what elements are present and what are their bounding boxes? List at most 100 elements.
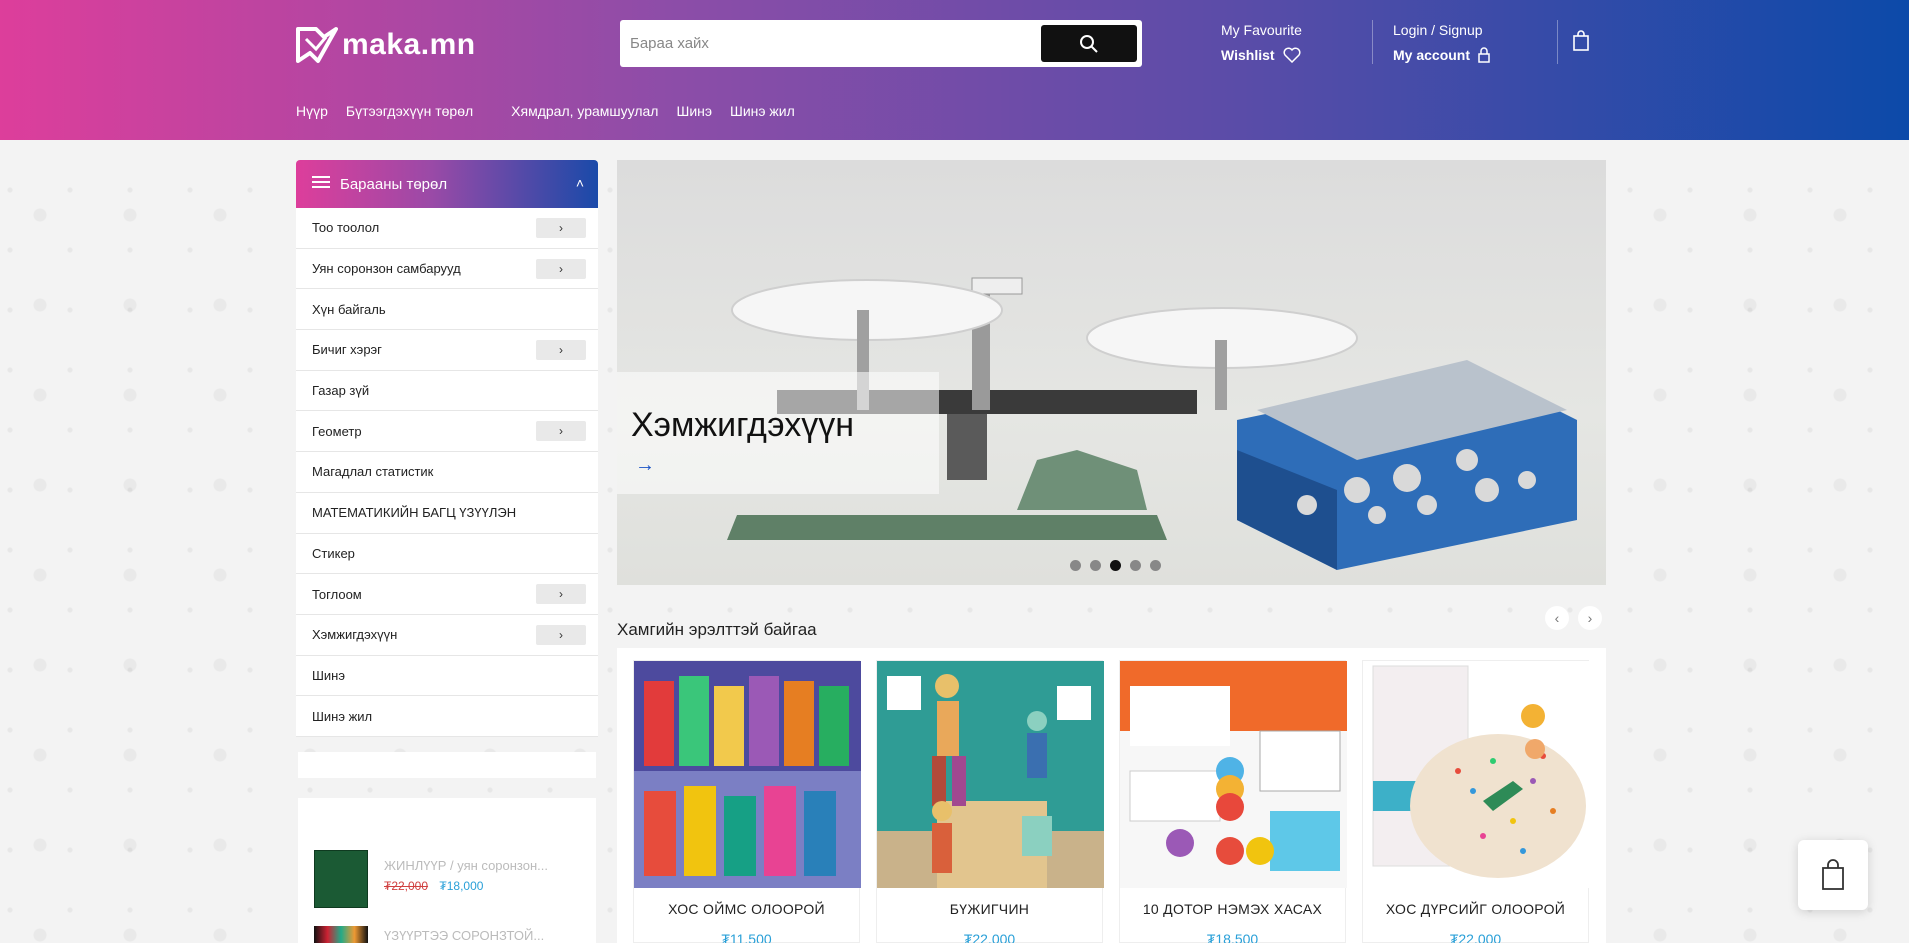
product-card[interactable]: 10 ДОТОР НЭМЭХ ХАСАХ ₮18,500 (1119, 660, 1347, 943)
product-price: ₮11,500 (721, 931, 772, 943)
category-header[interactable]: Барааны төрөл ˄ (296, 160, 598, 208)
slide-title: Хэмжигдэхүүн (631, 406, 854, 444)
product-card[interactable]: ХОС ОЙМС ОЛООРОЙ ₮11,500 (633, 660, 861, 943)
category-item-label: Хэмжигдэхүүн (312, 627, 398, 643)
search-input[interactable] (630, 28, 1060, 58)
chevron-right-icon[interactable]: › (536, 258, 586, 279)
search-icon (1080, 34, 1098, 53)
product-carousel: ХОС ОЙМС ОЛООРОЙ ₮11,500 БҮЖИГЧИН ₮22,00… (617, 648, 1606, 943)
site-logo[interactable]: maka.mn (296, 24, 476, 66)
chevron-right-icon[interactable]: › (536, 340, 586, 361)
section-title: Хамгийн эрэлттэй байгаа (617, 620, 817, 639)
category-item-label: Газар зүй (312, 383, 370, 399)
chevron-right-icon[interactable]: › (536, 624, 586, 645)
cart-button[interactable] (1572, 30, 1590, 57)
category-item[interactable]: Геометр › (296, 411, 598, 453)
nav-new[interactable]: Шинэ (676, 103, 712, 119)
slider-dots (1070, 560, 1161, 571)
category-item-label: МАТЕМАТИКИЙН БАГЦ ҮЗҮҮЛЭН (312, 505, 517, 521)
sidebar-products-widget: ЖИНЛҮҮР / уян соронзон... ₮22,000 ₮18,00… (298, 798, 596, 943)
category-item[interactable]: Тоглоом › (296, 574, 598, 615)
carousel-prev-button[interactable]: ‹ (1545, 606, 1569, 630)
product-name[interactable]: ХОС ОЙМС ОЛООРОЙ (634, 901, 859, 917)
category-title: Барааны төрөл (340, 175, 448, 193)
category-item-label: Шинэ жил (312, 708, 373, 724)
product-price: ₮22,000 (963, 931, 1016, 943)
main-nav: Нүүр Бүтээгдэхүүн төрөл Хямдрал, урамшуу… (296, 103, 813, 119)
product-name[interactable]: БҮЖИГЧИН (877, 901, 1102, 917)
product-name[interactable]: ХОС ДҮРСИЙГ ОЛООРОЙ (1363, 901, 1588, 917)
product-image[interactable] (634, 661, 861, 888)
carousel-next-button[interactable]: › (1578, 606, 1602, 630)
mini-product-image[interactable] (314, 926, 368, 943)
heart-icon (1283, 47, 1301, 63)
product-image[interactable] (877, 661, 1104, 888)
category-item-label: Хүн байгаль (312, 301, 386, 317)
product-price: ₮22,000 (1449, 931, 1502, 943)
product-price: ₮18,500 (1206, 931, 1259, 943)
category-item[interactable]: МАТЕМАТИКИЙН БАГЦ ҮЗҮҮЛЭН (296, 493, 598, 534)
category-item-label: Магадлал статистик (312, 464, 434, 480)
category-item[interactable]: Уян соронзон самбарууд › (296, 249, 598, 290)
slider-dot[interactable] (1150, 560, 1161, 571)
product-image[interactable] (1120, 661, 1347, 888)
nav-product-types[interactable]: Бүтээгдэхүүн төрөл (346, 103, 473, 119)
product-card[interactable]: ХОС ДҮРСИЙГ ОЛООРОЙ ₮22,000 (1362, 660, 1590, 943)
category-item-label: Геометр (312, 423, 362, 439)
arrow-right-icon[interactable]: → (635, 454, 655, 477)
category-item[interactable]: Тоо тоолол › (296, 208, 598, 249)
product-name[interactable]: 10 ДОТОР НЭМЭХ ХАСАХ (1120, 901, 1345, 917)
menu-icon (312, 175, 330, 193)
category-panel: Барааны төрөл ˄ Тоо тоолол › Уян соронзон … (296, 160, 598, 737)
slider-dot[interactable] (1070, 560, 1081, 571)
chevron-up-icon[interactable]: ˄ (576, 175, 584, 191)
nav-home[interactable]: Нүүр (296, 103, 328, 119)
category-item-label: Стикер (312, 545, 355, 561)
favourite-block[interactable]: My Favourite Wishlist (1221, 22, 1302, 63)
product-image[interactable] (1363, 661, 1590, 888)
category-item[interactable]: Хэмжигдэхүүн › (296, 615, 598, 656)
favourite-label: My Favourite (1221, 22, 1302, 38)
site-header: maka.mn My Favourite Wishlist Login / Si… (0, 0, 1909, 140)
slider-dot[interactable] (1090, 560, 1101, 571)
category-item-label: Тоо тоолол (312, 220, 380, 236)
nav-sale[interactable]: Хямдрал, урамшуулал (511, 103, 658, 119)
chevron-right-icon[interactable]: › (536, 584, 586, 605)
mini-product-old-price: ₮22,000 (384, 879, 429, 893)
lock-icon (1478, 47, 1490, 63)
chevron-right-icon[interactable]: › (536, 421, 586, 442)
my-account-link[interactable]: My account (1393, 47, 1470, 63)
category-item[interactable]: Газар зүй (296, 371, 598, 412)
chevron-right-icon[interactable]: › (536, 218, 586, 238)
category-item-label: Уян соронзон самбарууд (312, 261, 461, 277)
floating-cart-button[interactable] (1798, 840, 1868, 910)
sidebar-widget (298, 752, 596, 778)
hero-slider[interactable]: Хэмжигдэхүүн → (617, 160, 1606, 585)
mini-product-name[interactable]: ҮЗҮҮРТЭЭ СОРОНЗТОЙ... (384, 928, 544, 943)
category-item[interactable]: Магадлал статистик (296, 452, 598, 493)
mini-product-price: ₮18,000 (439, 879, 484, 893)
slider-dot-active[interactable] (1110, 560, 1121, 571)
nav-new-year[interactable]: Шинэ жил (730, 103, 795, 119)
product-card[interactable]: БҮЖИГЧИН ₮22,000 (876, 660, 1104, 943)
category-item-label: Бичиг хэрэг (312, 342, 382, 358)
shopping-bag-icon (1573, 30, 1589, 51)
category-item[interactable]: Шинэ (296, 656, 598, 697)
search-bar (620, 20, 1142, 67)
category-item[interactable]: Хүн байгаль (296, 289, 598, 331)
mini-product[interactable]: ЖИНЛҮҮР / уян соронзон... ₮22,000 ₮18,00… (314, 850, 548, 908)
category-item[interactable]: Бичиг хэрэг › (296, 330, 598, 371)
category-item-label: Тоглоом (312, 586, 362, 602)
mini-product-image[interactable] (314, 850, 368, 908)
account-block[interactable]: Login / Signup My account (1393, 22, 1490, 63)
search-button[interactable] (1041, 25, 1137, 62)
mini-product-name[interactable]: ЖИНЛҮҮР / уян соронзон... (384, 858, 548, 873)
logo-text: maka.mn (342, 28, 476, 61)
wishlist-label: Wishlist (1221, 47, 1275, 63)
category-item[interactable]: Шинэ жил (296, 696, 598, 737)
category-item[interactable]: Стикер (296, 534, 598, 575)
mini-product[interactable]: ҮЗҮҮРТЭЭ СОРОНЗТОЙ... (314, 926, 544, 943)
slider-dot[interactable] (1130, 560, 1141, 571)
login-signup-link[interactable]: Login / Signup (1393, 22, 1490, 38)
category-list: Тоо тоолол › Уян соронзон самбарууд › Хүн ба… (296, 208, 598, 737)
